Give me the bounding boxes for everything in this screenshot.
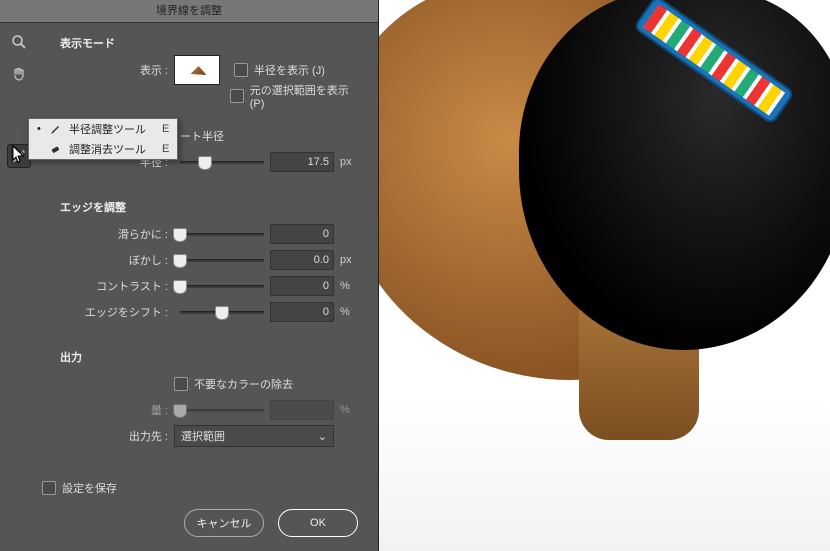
zoom-tool[interactable] bbox=[7, 30, 31, 54]
shift-slider[interactable] bbox=[180, 305, 264, 319]
bullet-icon: • bbox=[37, 123, 43, 135]
show-radius-checkbox[interactable] bbox=[234, 63, 248, 77]
app-root: 境界線を調整 • 半径調整ツール E bbox=[0, 0, 830, 551]
mouse-cursor bbox=[12, 145, 26, 166]
shift-unit: % bbox=[340, 306, 364, 318]
smooth-value[interactable]: 0 bbox=[270, 224, 334, 244]
amount-unit: % bbox=[340, 404, 364, 416]
feather-unit: px bbox=[340, 254, 364, 266]
panel-body: 表示モード 表示 : 半径を表示 (J) 元の選択範囲を表示 (P) ート半径 … bbox=[40, 23, 378, 495]
ok-button[interactable]: OK bbox=[278, 509, 358, 537]
dialog-title: 境界線を調整 bbox=[0, 0, 378, 23]
amount-value bbox=[270, 400, 334, 420]
contrast-value[interactable]: 0 bbox=[270, 276, 334, 296]
show-original-label: 元の選択範囲を表示 (P) bbox=[250, 82, 364, 110]
refine-edge-panel: 境界線を調整 • 半径調整ツール E bbox=[0, 0, 379, 551]
contrast-label: コントラスト : bbox=[40, 278, 174, 294]
chevron-down-icon: ⌄ bbox=[318, 430, 327, 443]
section-view-mode: 表示モード bbox=[60, 35, 364, 51]
show-radius-label: 半径を表示 (J) bbox=[254, 62, 325, 78]
show-original-checkbox[interactable] bbox=[230, 89, 244, 103]
smart-radius-fragment: ート半径 bbox=[180, 128, 224, 144]
tool-flyout: • 半径調整ツール E 調整消去ツール E bbox=[28, 118, 178, 160]
view-mode-thumbnail[interactable] bbox=[174, 55, 220, 85]
remember-label: 設定を保存 bbox=[62, 480, 117, 495]
section-output: 出力 bbox=[60, 349, 364, 365]
flyout-label: 調整消去ツール bbox=[69, 141, 146, 157]
decontaminate-checkbox[interactable] bbox=[174, 377, 188, 391]
brush-icon bbox=[49, 122, 63, 136]
flyout-item-erase-refinements[interactable]: 調整消去ツール E bbox=[29, 139, 177, 159]
contrast-unit: % bbox=[340, 280, 364, 292]
section-adjust-edge: エッジを調整 bbox=[60, 199, 364, 215]
radius-slider[interactable] bbox=[180, 155, 264, 169]
eraser-icon bbox=[49, 142, 63, 156]
amount-slider bbox=[180, 403, 264, 417]
flyout-shortcut: E bbox=[162, 123, 169, 135]
decontaminate-label: 不要なカラーの除去 bbox=[194, 376, 293, 392]
feather-slider[interactable] bbox=[180, 253, 264, 267]
radius-value[interactable]: 17.5 bbox=[270, 152, 334, 172]
hand-tool[interactable] bbox=[7, 62, 31, 86]
shift-label: エッジをシフト : bbox=[40, 304, 174, 320]
output-to-value: 選択範囲 bbox=[181, 428, 225, 444]
cancel-button[interactable]: キャンセル bbox=[184, 509, 264, 537]
feather-value[interactable]: 0.0 bbox=[270, 250, 334, 270]
flyout-item-refine-radius[interactable]: • 半径調整ツール E bbox=[29, 119, 177, 139]
radius-unit: px bbox=[340, 156, 364, 168]
smooth-label: 滑らかに : bbox=[40, 226, 174, 242]
contrast-slider[interactable] bbox=[180, 279, 264, 293]
smooth-slider[interactable] bbox=[180, 227, 264, 241]
output-to-label: 出力先 : bbox=[40, 428, 174, 444]
feather-label: ぼかし : bbox=[40, 252, 174, 268]
output-to-select[interactable]: 選択範囲 ⌄ bbox=[174, 425, 334, 447]
flyout-shortcut: E bbox=[162, 143, 169, 155]
image-canvas[interactable] bbox=[379, 0, 830, 551]
dialog-buttons: キャンセル OK bbox=[0, 495, 378, 551]
show-label: 表示 : bbox=[40, 62, 174, 78]
amount-label: 量 : bbox=[40, 402, 174, 418]
shift-value[interactable]: 0 bbox=[270, 302, 334, 322]
remember-checkbox[interactable] bbox=[42, 481, 56, 495]
flyout-label: 半径調整ツール bbox=[69, 121, 146, 137]
